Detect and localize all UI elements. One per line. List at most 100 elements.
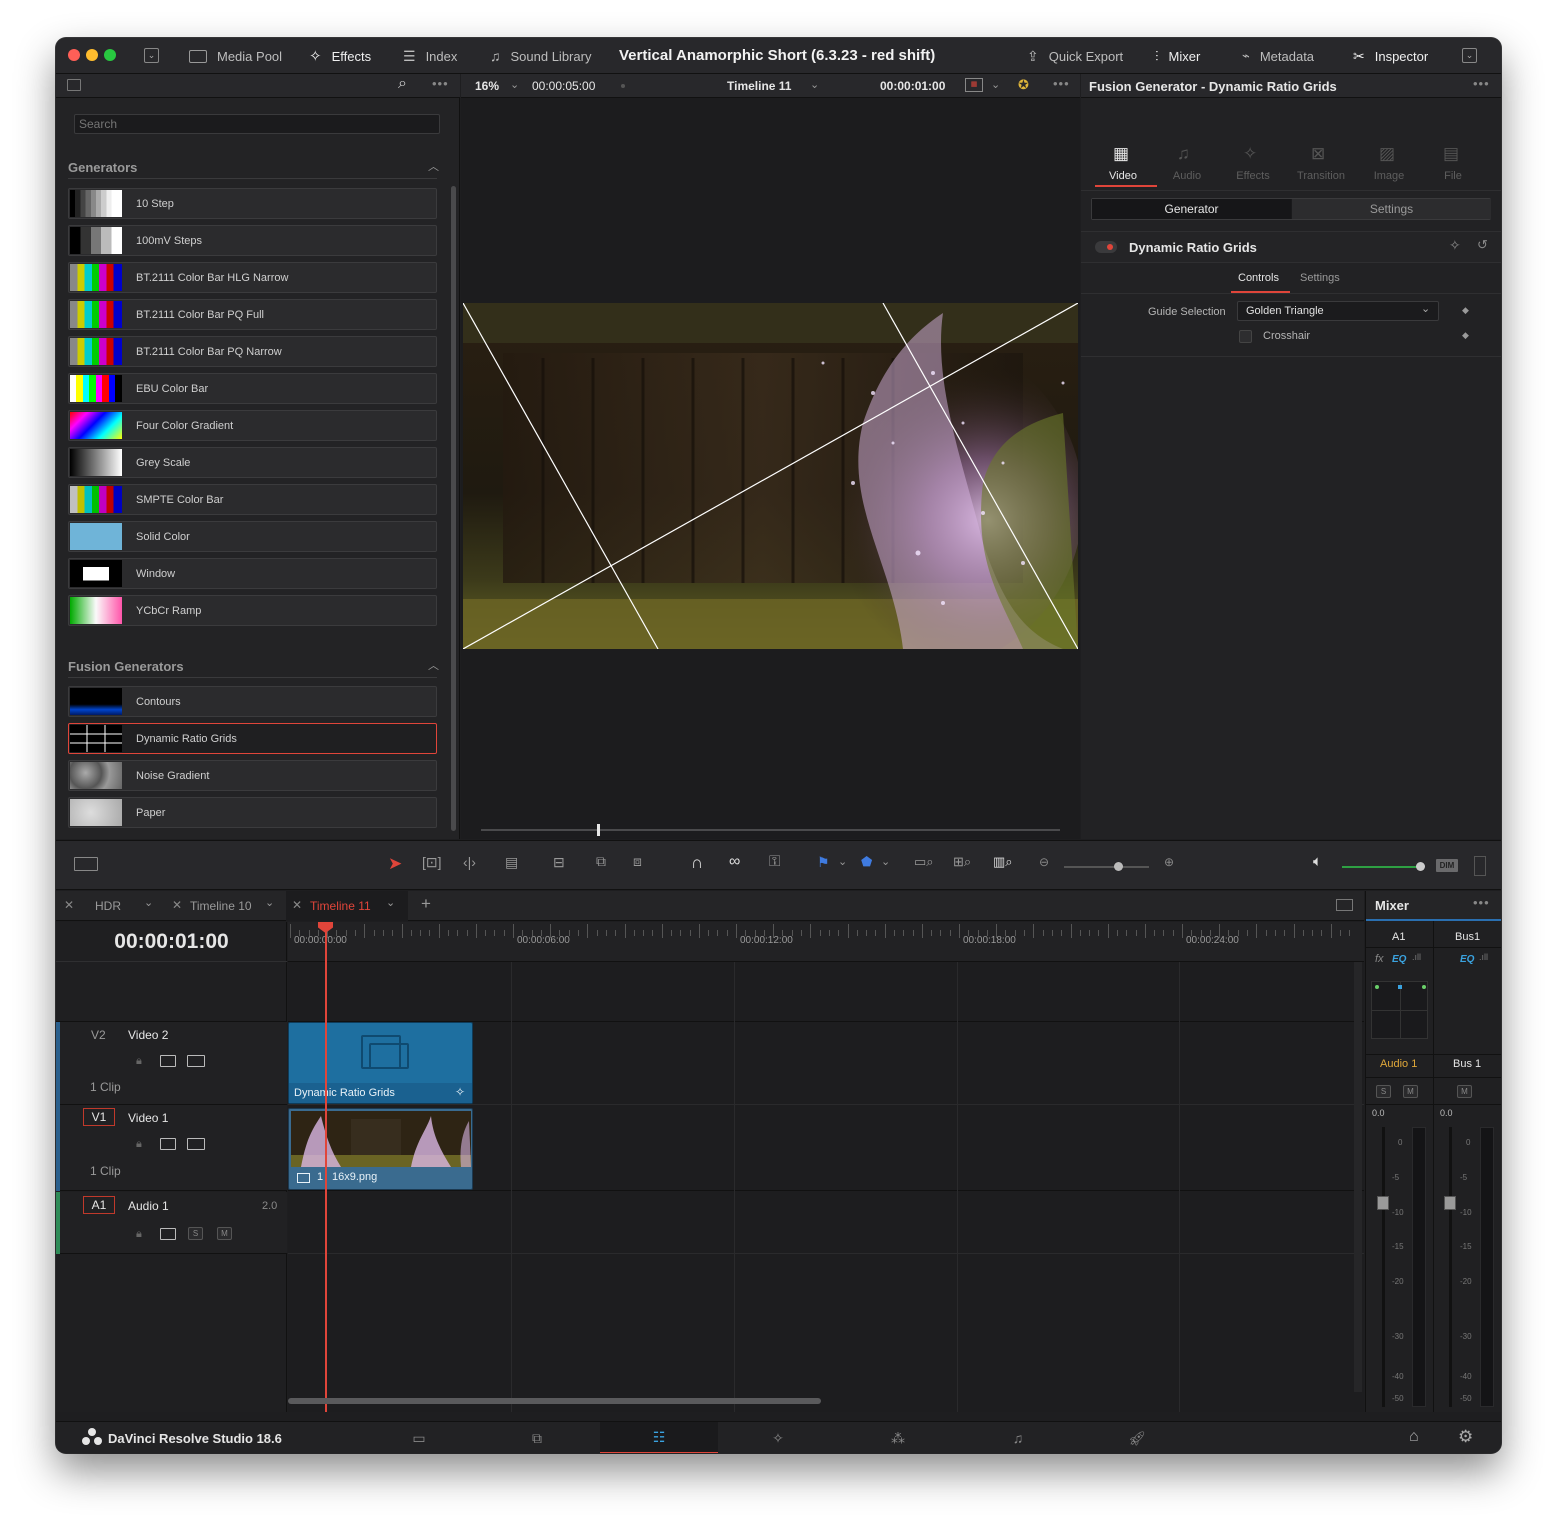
chevron-down-icon[interactable]: ⌄ bbox=[810, 78, 819, 91]
dim-button[interactable]: DIM bbox=[1436, 859, 1458, 872]
mixer-button[interactable]: ⫶ Mixer bbox=[1155, 38, 1200, 74]
generator-item[interactable]: BT.2111 Color Bar HLG Narrow bbox=[68, 262, 437, 293]
color-picker-icon[interactable]: ✪ bbox=[1018, 77, 1029, 93]
track-id[interactable]: V2 bbox=[91, 1028, 106, 1042]
fader-handle-a1[interactable] bbox=[1377, 1196, 1389, 1210]
page-color-button[interactable]: ⁂ bbox=[839, 1422, 957, 1453]
flag-icon[interactable]: ⚑ bbox=[817, 854, 830, 871]
fusion-generator-item[interactable]: Dynamic Ratio Grids bbox=[68, 723, 437, 754]
timeline-view-options-icon[interactable] bbox=[74, 857, 98, 871]
generator-item[interactable]: SMPTE Color Bar bbox=[68, 484, 437, 515]
marker-icon[interactable]: ⬟ bbox=[861, 854, 872, 870]
timeline-playhead-line[interactable] bbox=[325, 932, 327, 1412]
reset-icon[interactable]: ↺ bbox=[1477, 237, 1488, 253]
solo-button[interactable]: S bbox=[1376, 1085, 1391, 1098]
more-options-icon[interactable]: ••• bbox=[432, 76, 449, 91]
effects-search-input[interactable] bbox=[74, 114, 440, 134]
effects-button[interactable]: ✧ Effects bbox=[309, 38, 371, 74]
generator-item[interactable]: Solid Color bbox=[68, 521, 437, 552]
generator-item[interactable]: Four Color Gradient bbox=[68, 410, 437, 441]
enable-toggle[interactable] bbox=[1095, 241, 1117, 253]
timeline-view-icon[interactable] bbox=[1336, 899, 1353, 911]
insert-clip-icon[interactable]: ⊟ bbox=[553, 854, 565, 871]
page-edit-button[interactable]: ☷ bbox=[600, 1422, 718, 1453]
track-id[interactable]: A1 bbox=[83, 1196, 115, 1214]
add-tab-icon[interactable]: + bbox=[421, 894, 431, 914]
chevron-down-icon[interactable]: ⌄ bbox=[386, 896, 395, 909]
zoom-window-button[interactable] bbox=[104, 49, 116, 61]
fader-track-a1[interactable] bbox=[1382, 1127, 1385, 1407]
eq-label[interactable]: EQ bbox=[1392, 954, 1406, 965]
link-icon[interactable]: ∞ bbox=[729, 853, 740, 871]
generator-item[interactable]: Window bbox=[68, 558, 437, 589]
keyframe-diamond-icon[interactable]: ◆ bbox=[1462, 305, 1469, 316]
page-media-button[interactable]: ▭ bbox=[360, 1422, 478, 1453]
layout-dropdown-icon[interactable]: ⌄ bbox=[1462, 48, 1477, 63]
page-fairlight-button[interactable]: ♫ bbox=[959, 1422, 1077, 1453]
collapse-chevron-icon[interactable]: ︿ bbox=[428, 158, 439, 174]
timeline-tab-timeline-10[interactable]: Timeline 10 bbox=[190, 899, 252, 913]
viewer-frame[interactable] bbox=[463, 303, 1078, 649]
fusion-generator-item[interactable]: Paper bbox=[68, 797, 437, 828]
generator-item[interactable]: YCbCr Ramp bbox=[68, 595, 437, 626]
workspace-dropdown-icon[interactable]: ⌄ bbox=[144, 48, 159, 63]
fusion-generator-item[interactable]: Noise Gradient bbox=[68, 760, 437, 791]
index-button[interactable]: ☰ Index bbox=[403, 38, 457, 74]
generator-item[interactable]: EBU Color Bar bbox=[68, 373, 437, 404]
fusion-generator-item[interactable]: Contours bbox=[68, 686, 437, 717]
timeline-area[interactable]: 00:00:00:00 00:00:06:00 00:00:12:00 00:00:1… bbox=[288, 922, 1364, 1412]
generator-item[interactable]: Grey Scale bbox=[68, 447, 437, 478]
controls-tab[interactable]: Controls bbox=[1238, 272, 1279, 284]
mute-button[interactable]: M bbox=[1457, 1085, 1472, 1098]
zoom-out-icon[interactable]: ⊖ bbox=[1039, 855, 1049, 869]
page-fusion-button[interactable]: ✧ bbox=[719, 1422, 837, 1453]
solo-button[interactable]: S bbox=[188, 1227, 203, 1240]
replace-clip-icon[interactable]: ⧈ bbox=[633, 853, 642, 870]
close-tab-icon[interactable]: ✕ bbox=[64, 898, 74, 912]
collapse-chevron-icon[interactable]: ︿ bbox=[428, 657, 439, 673]
zoom-slider-handle[interactable] bbox=[1114, 862, 1123, 871]
home-icon[interactable]: ⌂ bbox=[1409, 1428, 1419, 1446]
fader-track-bus1[interactable] bbox=[1449, 1127, 1452, 1407]
settings-tab[interactable]: Settings bbox=[1300, 272, 1340, 284]
track-name[interactable]: Video 2 bbox=[128, 1028, 168, 1042]
lock-icon[interactable]: 🔒︎ bbox=[136, 1138, 142, 1151]
more-options-icon[interactable]: ••• bbox=[1053, 76, 1070, 91]
metadata-button[interactable]: ⌁ Metadata bbox=[1242, 38, 1314, 74]
dynamic-trim-icon[interactable]: ‹|› bbox=[463, 854, 476, 870]
lock-icon[interactable]: 🔒︎ bbox=[136, 1228, 142, 1241]
inspector-tab-file[interactable]: File bbox=[1413, 170, 1493, 182]
track-id[interactable]: V1 bbox=[83, 1108, 115, 1126]
search-icon[interactable]: ⌕ bbox=[398, 75, 407, 93]
mute-button[interactable]: M bbox=[217, 1227, 232, 1240]
close-tab-icon[interactable]: ✕ bbox=[172, 898, 182, 912]
settings-subtab[interactable]: Settings bbox=[1292, 199, 1491, 219]
chevron-down-icon[interactable]: ⌄ bbox=[991, 78, 1000, 91]
trim-edit-icon[interactable]: [⊡] bbox=[422, 854, 442, 871]
auto-select-icon[interactable] bbox=[160, 1138, 176, 1150]
viewer-scrub-track[interactable] bbox=[481, 829, 1060, 831]
close-window-button[interactable] bbox=[68, 49, 80, 61]
crosshair-checkbox[interactable] bbox=[1239, 330, 1252, 343]
generator-subtab[interactable]: Generator bbox=[1092, 199, 1291, 219]
chevron-down-icon[interactable]: ⌄ bbox=[510, 78, 519, 91]
custom-zoom-icon[interactable]: ▥⌕ bbox=[993, 854, 1013, 870]
selection-pointer-icon[interactable]: ➤ bbox=[388, 854, 402, 874]
inspector-button[interactable]: ✂ Inspector bbox=[1353, 38, 1428, 74]
chevron-down-icon[interactable]: ⌄ bbox=[144, 896, 153, 909]
generator-item[interactable]: BT.2111 Color Bar PQ Narrow bbox=[68, 336, 437, 367]
magic-wand-icon[interactable]: ✧ bbox=[1449, 237, 1461, 254]
volume-slider-track[interactable] bbox=[1342, 866, 1420, 868]
guide-selection-dropdown[interactable]: Golden Triangle ⌄ bbox=[1237, 301, 1439, 321]
pan-control[interactable] bbox=[1371, 981, 1428, 1039]
lock-icon[interactable]: 🔒︎ bbox=[136, 1055, 142, 1068]
auto-select-icon[interactable] bbox=[160, 1228, 176, 1240]
detail-zoom-icon[interactable]: ⊞⌕ bbox=[953, 854, 971, 870]
page-cut-button[interactable]: ⧉ bbox=[478, 1422, 596, 1453]
more-options-icon[interactable]: ••• bbox=[1473, 895, 1490, 910]
mute-button[interactable]: M bbox=[1403, 1085, 1418, 1098]
snapping-icon[interactable]: ∩ bbox=[691, 853, 703, 873]
track-enable-icon[interactable] bbox=[187, 1138, 205, 1150]
settings-gear-icon[interactable]: ⚙ bbox=[1458, 1427, 1473, 1447]
generator-item[interactable]: BT.2111 Color Bar PQ Full bbox=[68, 299, 437, 330]
